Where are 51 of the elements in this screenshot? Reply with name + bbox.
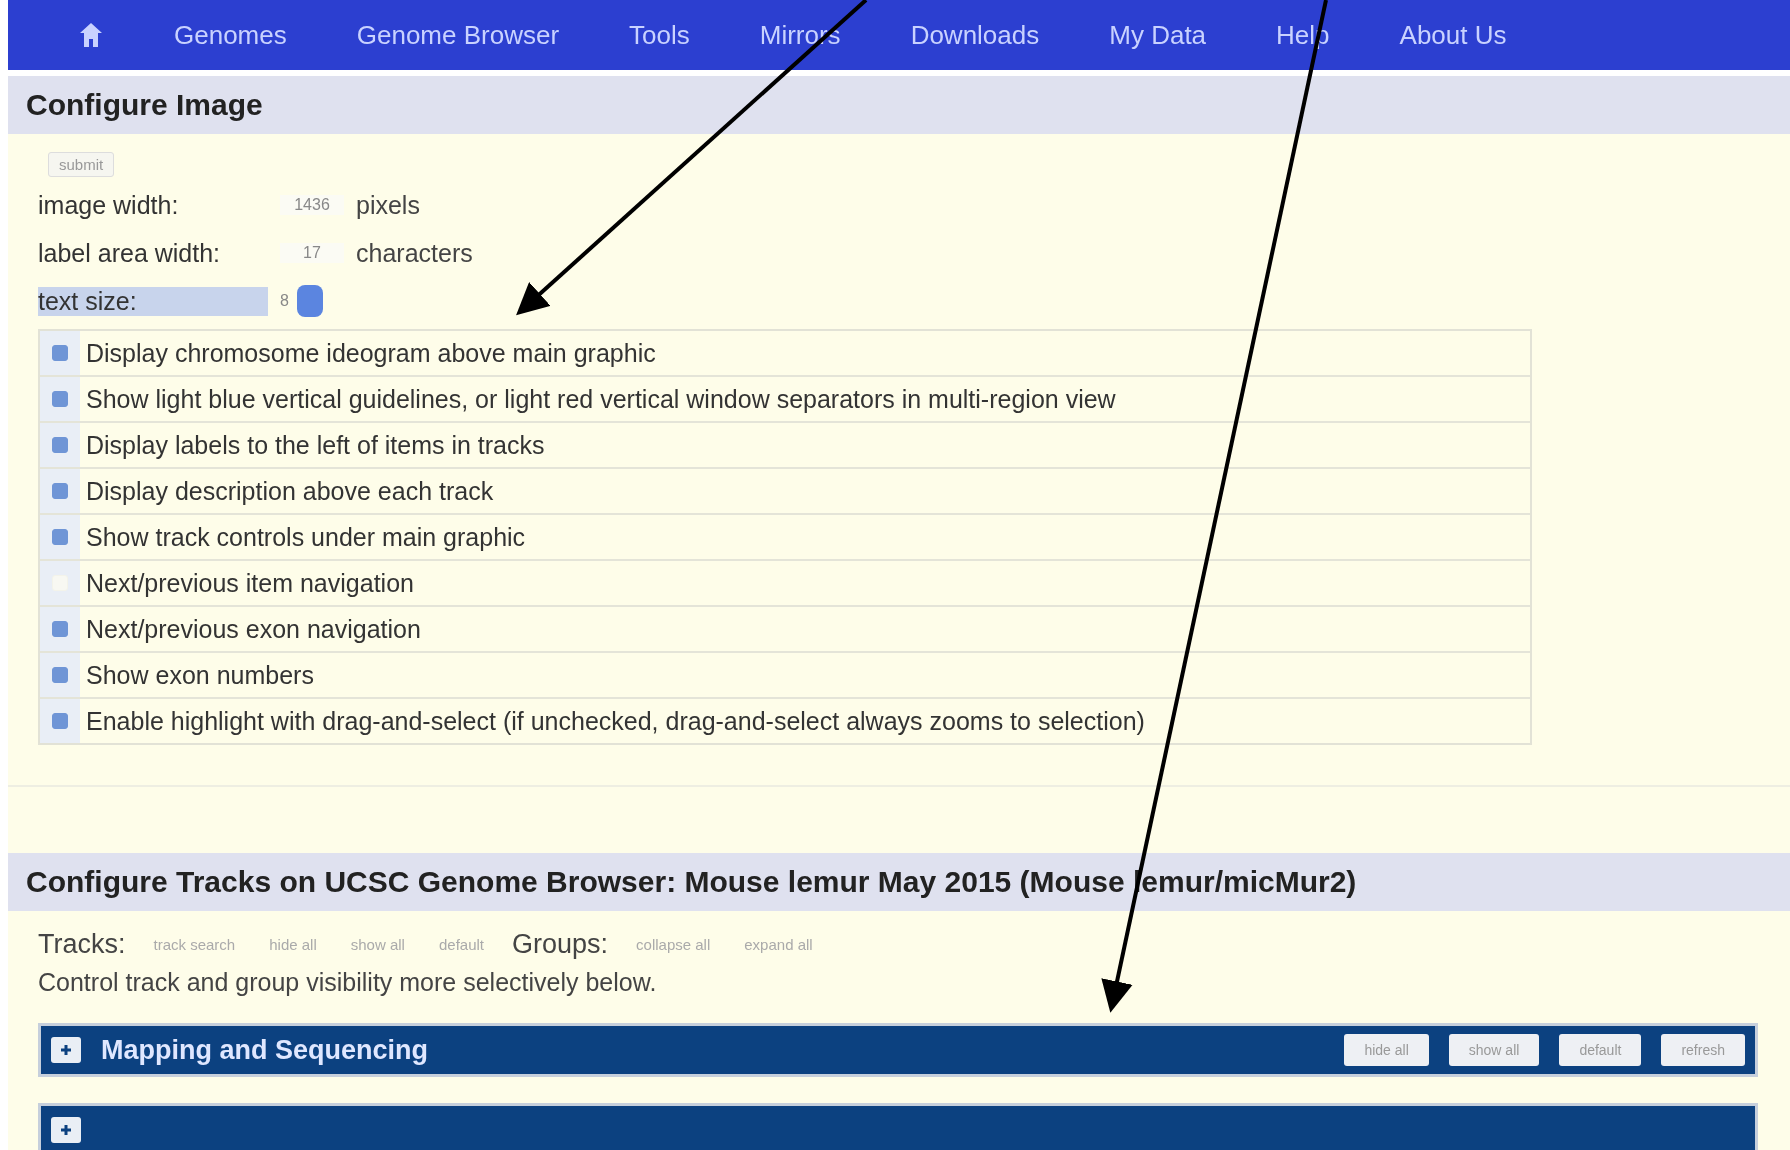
submit-button[interactable]: submit — [48, 152, 115, 177]
track-button[interactable]: track search — [147, 934, 242, 955]
option-label: Enable highlight with drag-and-select (if unchecked, drag-and-select always zooms to selection) — [85, 706, 1145, 736]
hint-text: Control track and group visibility more selectively below. — [38, 968, 658, 997]
plus-icon — [59, 1043, 73, 1057]
groups-label: Groups: — [512, 929, 609, 960]
group-button[interactable]: collapse all — [630, 934, 717, 955]
checkbox[interactable] — [52, 621, 68, 637]
group-button[interactable]: hide all — [1344, 1034, 1429, 1066]
option-label: Next/previous exon navigation — [85, 614, 421, 644]
plus-icon — [59, 1123, 73, 1137]
checkbox[interactable] — [52, 529, 68, 545]
nav-link[interactable]: Tools — [629, 19, 690, 51]
nav-link[interactable]: Downloads — [910, 19, 1040, 51]
option-label: Display chromosome ideogram above main graphic — [85, 338, 656, 368]
checkbox[interactable] — [52, 713, 68, 729]
option-label: Next/previous item navigation — [85, 568, 414, 598]
unit-label: characters — [356, 238, 473, 268]
group-button[interactable]: default — [1559, 1034, 1642, 1066]
checkbox[interactable] — [52, 437, 68, 453]
field-label: label area width: — [38, 238, 222, 268]
checkbox[interactable] — [52, 391, 68, 407]
group-title: Mapping and Sequencing — [101, 1034, 429, 1066]
nav-link[interactable]: Genome Browser — [356, 19, 560, 51]
nav-link[interactable]: Genomes — [174, 19, 287, 51]
expand-button[interactable] — [51, 1117, 81, 1143]
option-label: Show exon numbers — [85, 660, 314, 690]
number-input[interactable]: 17 — [280, 243, 344, 263]
track-button[interactable]: show all — [344, 934, 411, 955]
option-label: Show light blue vertical guidelines, or light red vertical window separators in multi-region view — [85, 384, 1116, 414]
option-label: Display description above each track — [85, 476, 494, 506]
track-button[interactable]: hide all — [263, 934, 323, 955]
checkbox[interactable] — [52, 667, 68, 683]
unit-label: pixels — [356, 190, 420, 220]
track-button[interactable]: default — [432, 934, 490, 955]
checkbox[interactable] — [52, 345, 68, 361]
group-button[interactable]: expand all — [738, 934, 819, 955]
group-button[interactable]: show all — [1448, 1034, 1540, 1066]
number-input[interactable]: 1436 — [280, 195, 344, 215]
section-header: Configure Image — [8, 76, 1790, 134]
option-label: Display labels to the left of items in tracks — [85, 430, 545, 460]
checkbox[interactable] — [52, 483, 68, 499]
field-label: image width: — [38, 190, 180, 220]
option-label: Show track controls under main graphic — [85, 522, 526, 552]
group-button[interactable]: refresh — [1661, 1034, 1745, 1066]
expand-button[interactable] — [51, 1037, 81, 1063]
tracks-label: Tracks: — [38, 929, 126, 960]
nav-link[interactable]: My Data — [1109, 19, 1207, 51]
home-icon[interactable] — [78, 21, 104, 49]
field-label: text size: — [38, 286, 268, 316]
nav-link[interactable]: About Us — [1399, 19, 1507, 51]
